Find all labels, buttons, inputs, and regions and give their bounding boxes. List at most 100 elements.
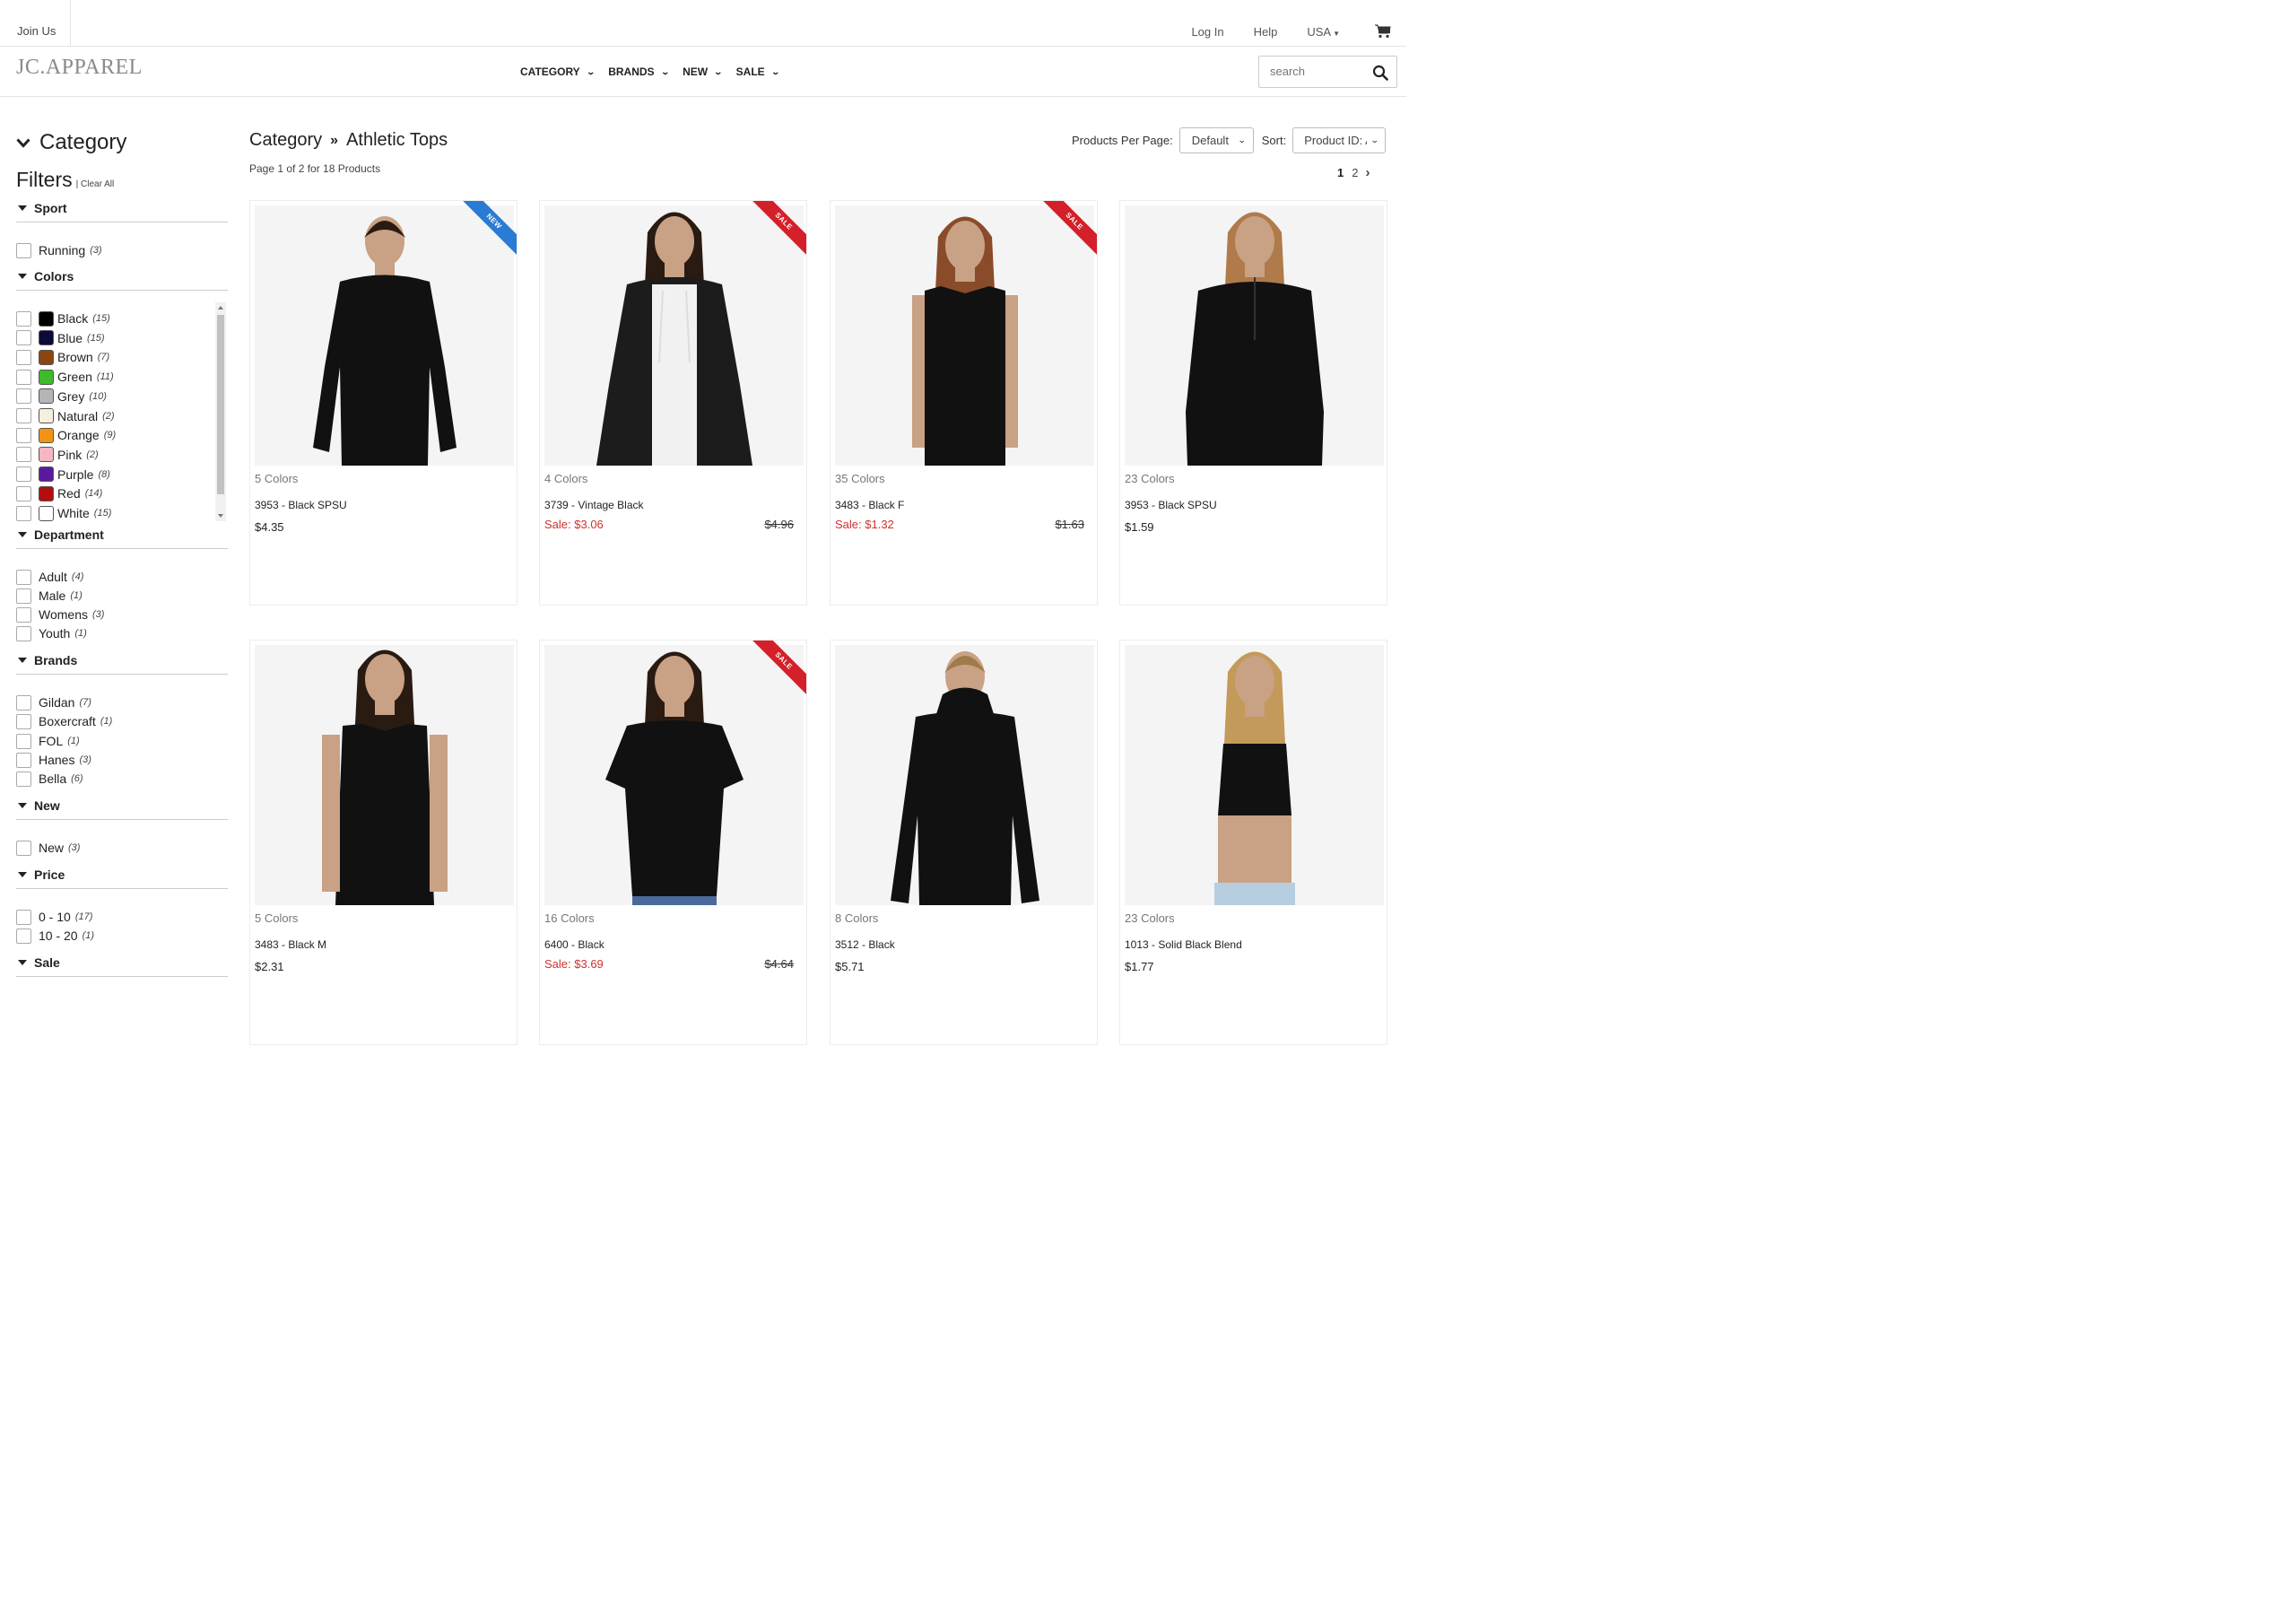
checkbox[interactable] [16,388,31,405]
filter-toggle-department[interactable]: Department [16,526,228,544]
nav-category[interactable]: CATEGORY ⌄ [520,65,596,78]
filter-option-youth[interactable]: Youth (1) [16,625,87,641]
nav-brands[interactable]: BRANDS ⌄ [608,65,669,78]
search-input[interactable] [1270,57,1369,85]
filter-option-boxercraft[interactable]: Boxercraft (1) [16,713,112,729]
checkbox[interactable] [16,310,31,327]
filter-option-gildan[interactable]: Gildan (7) [16,694,91,710]
product-image[interactable] [1125,205,1384,466]
filter-option-blue[interactable]: Blue (15) [16,330,105,346]
category-toggle[interactable]: Category [16,130,126,155]
filter-toggle-colors[interactable]: Colors [16,267,228,285]
product-card[interactable]: 23 Colors 1013 - Solid Black Blend $1.77 [1119,640,1387,1045]
product-name[interactable]: 3739 - Vintage Black [544,499,644,511]
checkbox[interactable] [16,606,31,623]
product-name[interactable]: 1013 - Solid Black Blend [1125,938,1242,951]
checkbox[interactable] [16,466,31,483]
filter-option-womens[interactable]: Womens (3) [16,606,104,623]
product-card[interactable]: 23 Colors 3953 - Black SPSU $1.59 [1119,200,1387,606]
filter-option-fol[interactable]: FOL (1) [16,733,80,749]
product-card[interactable]: 8 Colors 3512 - Black $5.71 [830,640,1098,1045]
checkbox[interactable] [16,928,31,944]
product-card[interactable]: NEW 5 Colors 3953 - Black SPSU $4.35 [249,200,517,606]
nav-new[interactable]: NEW ⌄ [683,65,723,78]
filter-option-purple[interactable]: Purple (8) [16,466,110,483]
checkbox[interactable] [16,771,31,787]
filter-toggle-brands[interactable]: Brands [16,651,228,669]
filter-option-orange[interactable]: Orange (9) [16,427,116,443]
filter-toggle-sale[interactable]: Sale [16,954,228,972]
product-name[interactable]: 3483 - Black F [835,499,904,511]
checkbox[interactable] [16,625,31,641]
checkbox[interactable] [16,569,31,585]
scroll-thumb[interactable] [217,315,224,494]
product-card[interactable]: 5 Colors 3483 - Black M $2.31 [249,640,517,1045]
filter-option-natural[interactable]: Natural (2) [16,408,115,424]
scroll-down-icon[interactable] [218,514,223,518]
filter-option-brown[interactable]: Brown (7) [16,349,109,365]
breadcrumb-root[interactable]: Category [249,130,322,151]
shopping-cart-icon[interactable] [1375,24,1391,39]
region-selector[interactable]: USA ▼ [1307,25,1340,39]
product-name[interactable]: 3483 - Black M [255,938,326,951]
color-list-scrollbar[interactable] [215,302,226,521]
filter-toggle-sport[interactable]: Sport [16,199,228,217]
checkbox[interactable] [16,408,31,423]
filter-option-green[interactable]: Green (11) [16,369,114,385]
help-link[interactable]: Help [1254,25,1278,39]
checkbox[interactable] [16,588,31,604]
checkbox[interactable] [16,242,31,258]
chevron-right-icon[interactable]: › [1365,165,1370,180]
filter-option-bella[interactable]: Bella (6) [16,771,83,787]
product-image[interactable] [835,645,1094,905]
checkbox[interactable] [16,369,31,385]
checkbox[interactable] [16,485,31,501]
checkbox[interactable] [16,909,31,925]
checkbox[interactable] [16,694,31,710]
clear-all-link[interactable]: | Clear All [76,179,115,189]
search-box [1258,56,1397,88]
checkbox[interactable] [16,349,31,365]
sort-select[interactable]: Product ID: A ⌄ [1292,127,1387,153]
filter-option-running[interactable]: Running (3) [16,242,102,258]
product-name[interactable]: 3953 - Black SPSU [255,499,347,511]
product-image[interactable] [255,645,514,905]
filter-option-grey[interactable]: Grey (10) [16,388,107,405]
search-icon[interactable] [1372,65,1388,81]
scroll-up-icon[interactable] [218,306,223,309]
site-logo[interactable]: JC.APPAREL [16,56,143,80]
filter-option-hanes[interactable]: Hanes (3) [16,752,91,768]
product-image[interactable] [1125,645,1384,905]
checkbox[interactable] [16,447,31,463]
checkbox[interactable] [16,733,31,749]
product-name[interactable]: 3512 - Black [835,938,895,951]
checkbox[interactable] [16,752,31,768]
page-link-2[interactable]: 2 [1352,166,1358,179]
products-per-page-select[interactable]: Default ⌄ [1178,127,1254,153]
login-link[interactable]: Log In [1191,25,1223,39]
filter-option-male[interactable]: Male (1) [16,588,83,604]
filter-option-pink[interactable]: Pink (2) [16,447,99,463]
product-card[interactable]: SALE 4 Colors 3739 - Vintage Black Sale: $3… [539,200,807,606]
checkbox[interactable] [16,427,31,443]
listing-controls: Products Per Page: Default ⌄ Sort: Produc… [1072,127,1387,153]
filter-toggle-price[interactable]: Price [16,866,228,884]
filter-option-price-10-20[interactable]: 10 - 20 (1) [16,928,94,944]
checkbox[interactable] [16,505,31,521]
product-name[interactable]: 6400 - Black [544,938,604,951]
filter-option-new[interactable]: New (3) [16,840,80,856]
filter-option-red[interactable]: Red (14) [16,485,102,501]
checkbox[interactable] [16,713,31,729]
nav-sale[interactable]: SALE ⌄ [736,65,780,78]
filter-option-white[interactable]: White (15) [16,505,111,521]
product-name[interactable]: 3953 - Black SPSU [1125,499,1217,511]
checkbox[interactable] [16,840,31,856]
checkbox[interactable] [16,330,31,346]
product-card[interactable]: SALE 16 Colors 6400 - Black Sale: $3.69 $4.… [539,640,807,1045]
product-card[interactable]: SALE 35 Colors 3483 - Black F Sale: $1.32 $… [830,200,1098,606]
filter-option-black[interactable]: Black (15) [16,310,110,327]
filter-toggle-new[interactable]: New [16,797,228,815]
filter-option-price-0-10[interactable]: 0 - 10 (17) [16,909,92,925]
filter-option-adult[interactable]: Adult (4) [16,569,83,585]
join-us-link[interactable]: Join Us [0,0,71,47]
